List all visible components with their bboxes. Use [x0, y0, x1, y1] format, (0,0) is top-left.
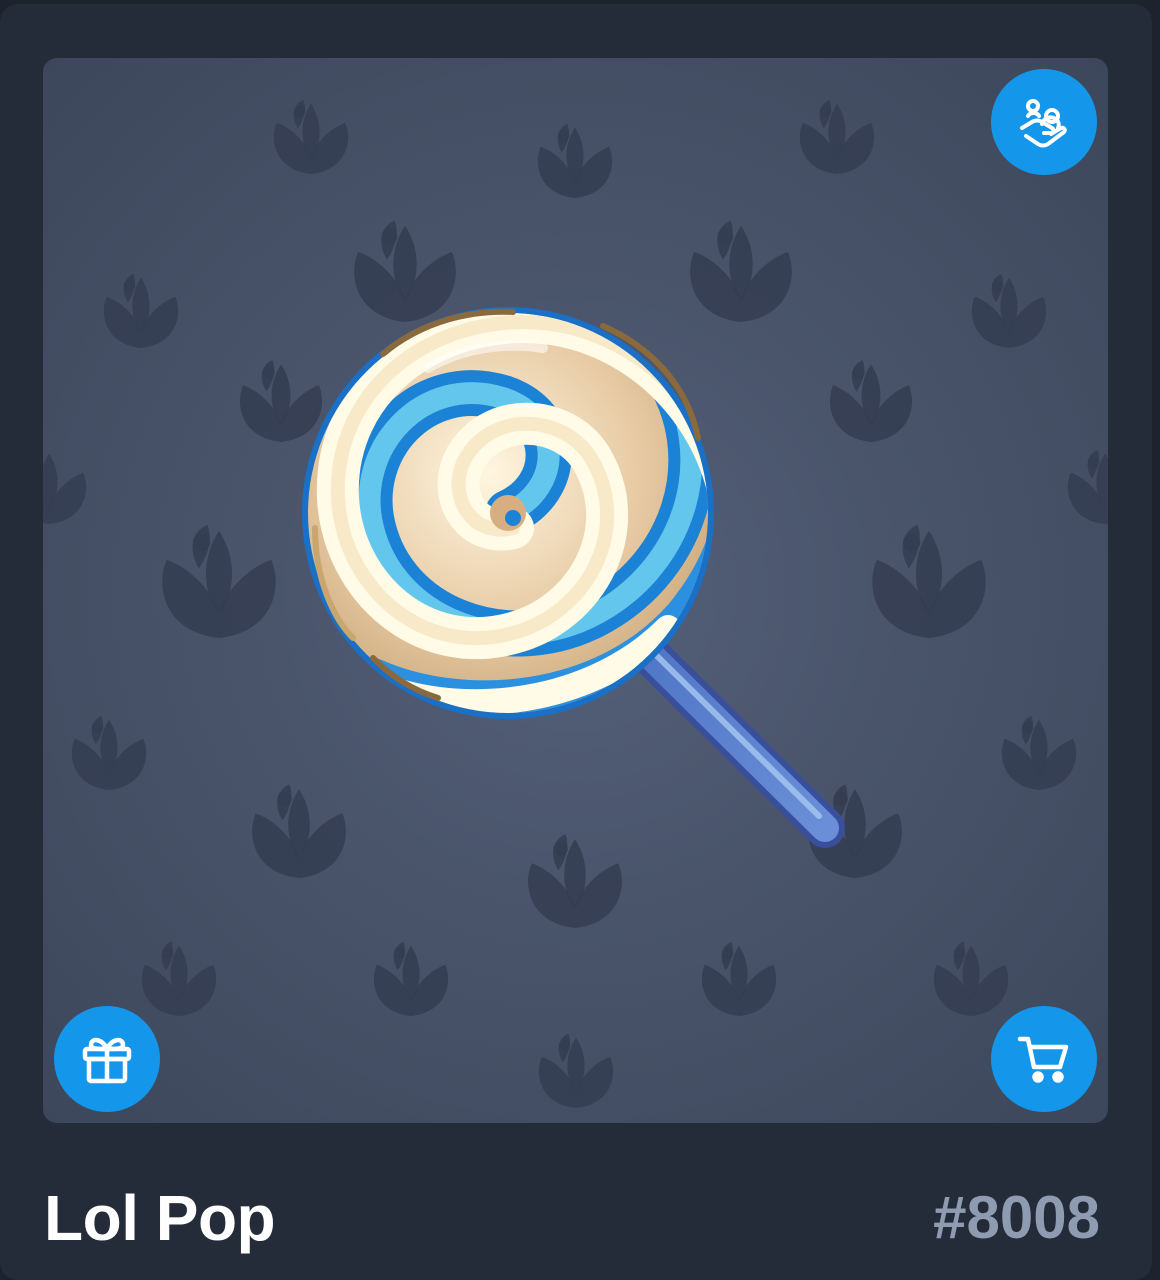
gift-name: Lol Pop [44, 1182, 276, 1254]
gift-icon [82, 1037, 132, 1084]
gift-card: Lol Pop #8008 [0, 4, 1152, 1280]
send-gift-button[interactable] [54, 1006, 160, 1112]
buy-button[interactable] [991, 1006, 1097, 1112]
hand-with-people-icon [1020, 99, 1067, 148]
gift-preview [43, 58, 1108, 1123]
lollipop-icon [302, 307, 845, 848]
transfer-button[interactable] [991, 69, 1097, 175]
lollipop-stick [623, 628, 845, 848]
gift-number: #8008 [933, 1184, 1100, 1251]
cart-icon [1017, 1036, 1069, 1083]
